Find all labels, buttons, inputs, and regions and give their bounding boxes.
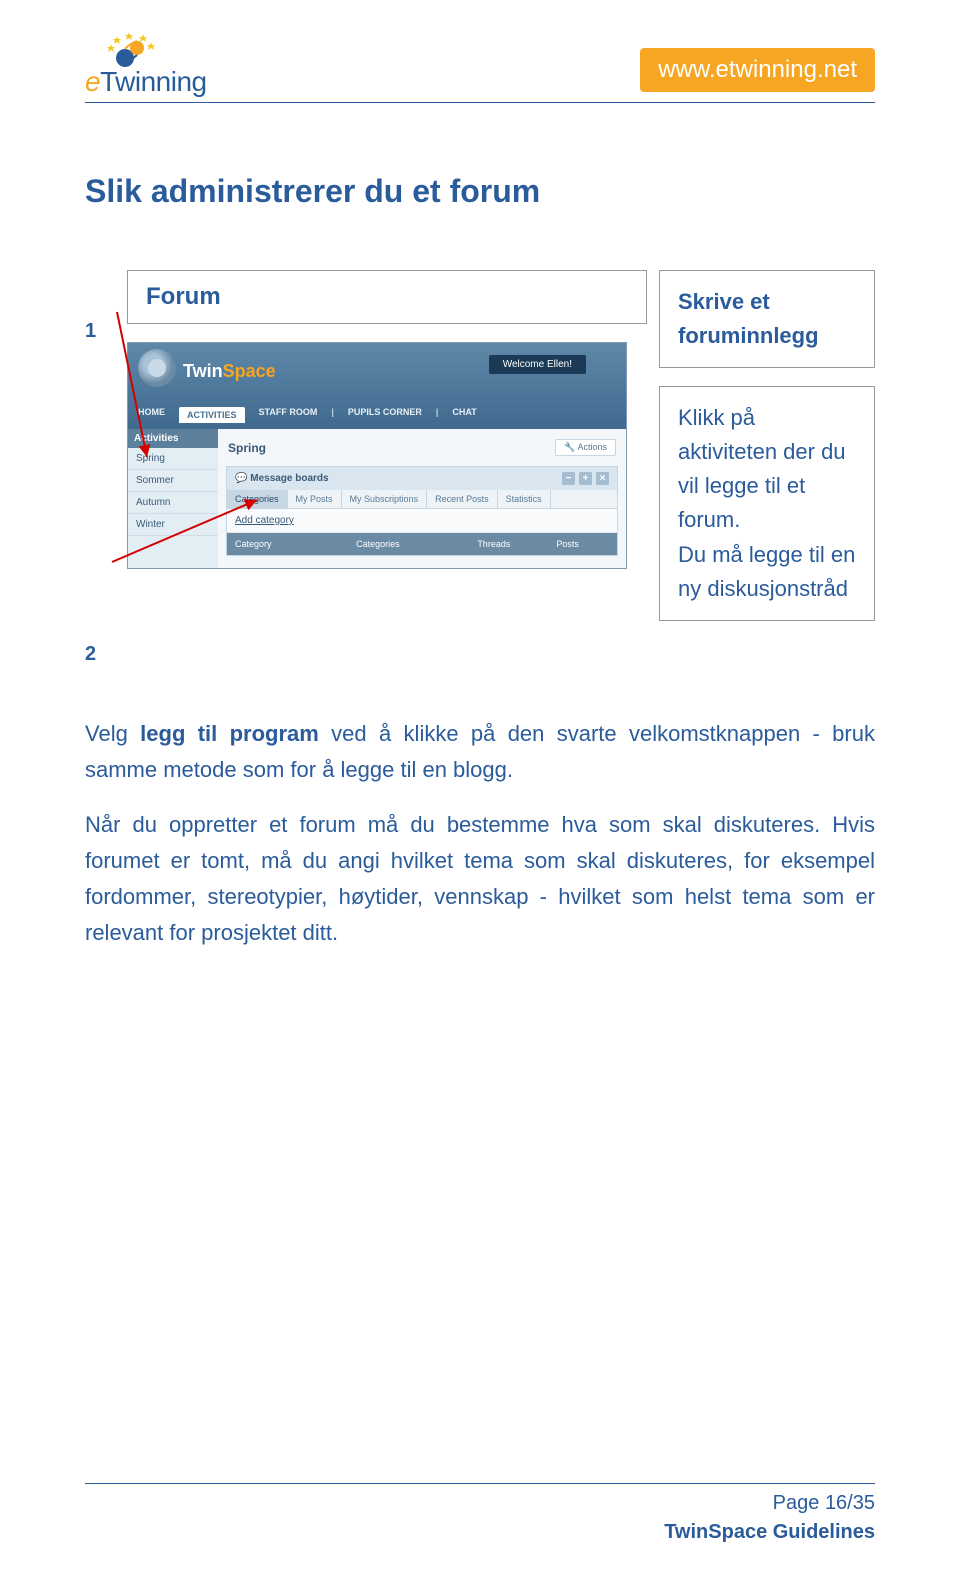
nav-separator: | xyxy=(436,407,439,423)
portlet-controls: − + × xyxy=(562,472,609,485)
col-posts: Posts xyxy=(548,537,617,551)
page-header: eTwinning www.etwinning.net xyxy=(85,30,875,98)
close-icon[interactable]: × xyxy=(596,472,609,485)
step-2-marker: 2 xyxy=(85,643,115,666)
sidebar-item-spring[interactable]: Spring xyxy=(128,448,218,470)
nav-staff-room[interactable]: STAFF ROOM xyxy=(259,407,318,423)
tab-categories[interactable]: Categories xyxy=(227,490,288,508)
paragraph-2: Når du oppretter et forum må du bestemme… xyxy=(85,807,875,952)
wrench-icon: 🔧 xyxy=(564,442,575,452)
col-threads: Threads xyxy=(469,537,548,551)
portlet-header: 💬 Message boards − + × xyxy=(227,467,617,490)
minimize-icon[interactable]: − xyxy=(562,472,575,485)
screenshot-body: Activities Spring Sommer Autumn Winter S… xyxy=(128,429,626,568)
sidebar-item-autumn[interactable]: Autumn xyxy=(128,492,218,514)
add-icon[interactable]: + xyxy=(579,472,592,485)
add-category-link[interactable]: Add category xyxy=(227,509,617,533)
sidebar-item-sommer[interactable]: Sommer xyxy=(128,470,218,492)
board-tabs: Categories My Posts My Subscriptions Rec… xyxy=(227,490,617,509)
site-name: TwinSpace xyxy=(183,361,276,382)
message-boards-portlet: 💬 Message boards − + × Categor xyxy=(226,466,618,556)
nav-activities[interactable]: ACTIVITIES xyxy=(179,407,245,423)
main-nav: HOME ACTIVITIES STAFF ROOM | PUPILS CORN… xyxy=(138,407,477,423)
col-categories: Categories xyxy=(348,537,469,551)
instruction-layout: 1 2 Forum TwinSpace Welcome Ellen! HOME … xyxy=(85,270,875,666)
etwinning-logo: eTwinning xyxy=(85,30,207,98)
logo-text: eTwinning xyxy=(85,66,207,98)
page-footer: Page 16/35 TwinSpace Guidelines xyxy=(85,1483,875,1544)
comments-icon: 💬 xyxy=(235,473,247,484)
step-markers: 1 2 xyxy=(85,270,115,666)
tab-my-posts[interactable]: My Posts xyxy=(288,490,342,508)
nav-home[interactable]: HOME xyxy=(138,407,165,423)
right-column: Skrive et foruminnlegg Klikk på aktivite… xyxy=(659,270,875,666)
tab-statistics[interactable]: Statistics xyxy=(498,490,551,508)
middle-column: Forum TwinSpace Welcome Ellen! HOME ACTI… xyxy=(127,270,647,666)
page-title: Slik administrerer du et forum xyxy=(85,173,875,210)
col-category: Category xyxy=(227,537,348,551)
footer-divider xyxy=(85,1483,875,1484)
nav-pupils-corner[interactable]: PUPILS CORNER xyxy=(348,407,422,423)
main-title-row: Spring 🔧 Actions xyxy=(226,435,618,460)
activities-sidebar: Activities Spring Sommer Autumn Winter xyxy=(128,429,218,568)
logo-stars-icon xyxy=(103,30,163,70)
activity-title: Spring xyxy=(228,441,266,455)
actions-button[interactable]: 🔧 Actions xyxy=(555,439,616,456)
page-number: Page 16/35 xyxy=(773,1492,875,1515)
nav-separator: | xyxy=(331,407,334,423)
categories-table-header: Category Categories Threads Posts xyxy=(227,533,617,555)
right-title-cell: Skrive et foruminnlegg xyxy=(659,270,875,368)
forum-label-cell: Forum xyxy=(127,270,647,324)
nav-chat[interactable]: CHAT xyxy=(452,407,476,423)
screenshot-container: TwinSpace Welcome Ellen! HOME ACTIVITIES… xyxy=(127,342,627,569)
gear-icon xyxy=(138,349,176,387)
main-panel: Spring 🔧 Actions 💬 Message boards xyxy=(218,429,626,568)
footer-guidelines: TwinSpace Guidelines xyxy=(664,1521,875,1544)
sidebar-header: Activities xyxy=(128,429,218,448)
tab-my-subscriptions[interactable]: My Subscriptions xyxy=(342,490,428,508)
header-divider xyxy=(85,102,875,103)
twinspace-screenshot: TwinSpace Welcome Ellen! HOME ACTIVITIES… xyxy=(127,342,627,569)
tab-recent-posts[interactable]: Recent Posts xyxy=(427,490,498,508)
url-badge: www.etwinning.net xyxy=(640,48,875,92)
sidebar-item-winter[interactable]: Winter xyxy=(128,514,218,536)
paragraph-1: Velg legg til program ved å klikke på de… xyxy=(85,716,875,789)
welcome-button[interactable]: Welcome Ellen! xyxy=(489,355,586,374)
right-body-cell: Klikk på aktiviteten der du vil legge ti… xyxy=(659,386,875,621)
step-1-marker: 1 xyxy=(85,320,115,343)
screenshot-topbar: TwinSpace Welcome Ellen! HOME ACTIVITIES… xyxy=(128,343,626,429)
portlet-title: 💬 Message boards xyxy=(235,473,329,484)
site-logo-area xyxy=(138,349,176,387)
